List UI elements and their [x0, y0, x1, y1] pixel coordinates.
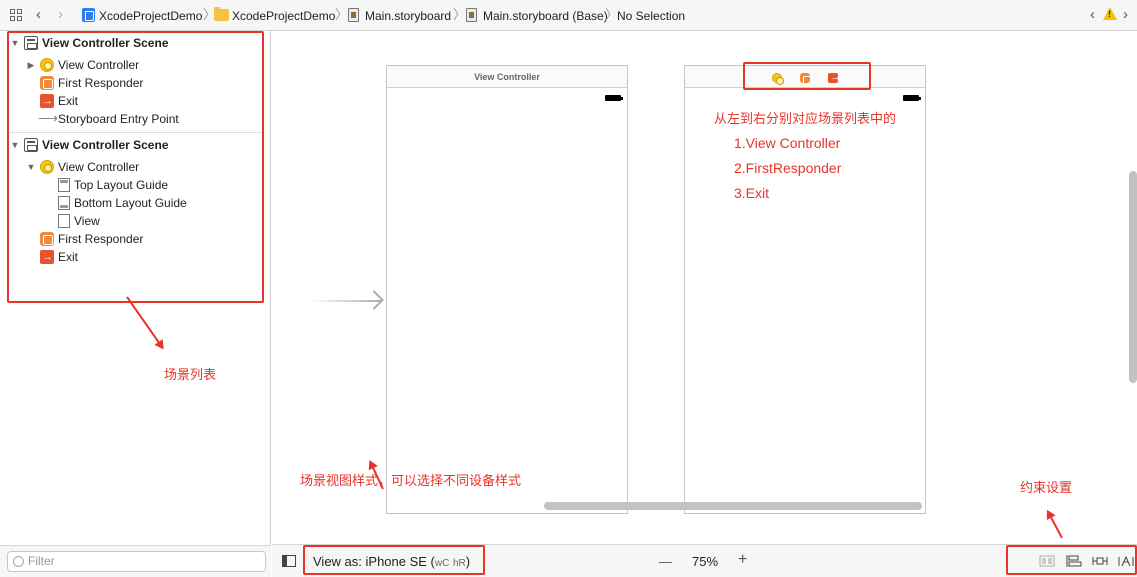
annotation-constraints-note: 约束设置 — [1020, 480, 1073, 495]
annotation-scene-list: 场景列表 — [164, 367, 217, 382]
breadcrumb-group[interactable]: XcodeProjectDemo — [232, 8, 335, 24]
vertical-scrollbar[interactable] — [1129, 171, 1137, 383]
breadcrumb-project[interactable]: XcodeProjectDemo — [99, 8, 202, 24]
zoom-level[interactable]: 75% — [692, 554, 718, 570]
forward-icon[interactable]: › — [58, 7, 63, 23]
back-icon[interactable]: ‹ — [36, 7, 41, 23]
outline-filter-bar: Filter — [0, 545, 271, 577]
annotation-view-as-box — [303, 545, 485, 575]
annotation-dock-box — [743, 62, 871, 90]
previous-issue-icon[interactable]: ‹ — [1090, 7, 1095, 23]
storyboard-canvas[interactable]: View Controller — [272, 31, 1137, 544]
project-icon — [82, 8, 95, 22]
annotation-dock-item-1: 1.View Controller — [734, 135, 841, 151]
storyboard-file-icon — [466, 8, 477, 22]
breadcrumb-file[interactable]: Main.storyboard — [365, 8, 451, 24]
annotation-view-as-note: 场景视图样式，可以选择不同设备样式 — [300, 473, 522, 488]
breadcrumb-selection[interactable]: No Selection — [617, 8, 685, 24]
toggle-outline-icon[interactable] — [282, 555, 296, 567]
jump-bar: ‹ › XcodeProjectDemo 〉 XcodeProjectDemo … — [0, 0, 1137, 31]
related-items-icon[interactable] — [10, 9, 23, 22]
scene-frame-2[interactable] — [684, 65, 926, 514]
folder-icon — [214, 7, 229, 21]
filter-placeholder: Filter — [28, 554, 55, 568]
filter-icon — [13, 556, 24, 567]
storyboard-file-icon — [348, 8, 359, 22]
breadcrumb-localized-file[interactable]: Main.storyboard (Base) — [483, 8, 608, 24]
battery-icon — [903, 95, 921, 101]
scene-bar[interactable]: View Controller — [387, 66, 627, 88]
horizontal-scrollbar[interactable] — [544, 502, 922, 510]
zoom-in-button[interactable]: + — [738, 552, 747, 568]
annotation-outline-box — [7, 31, 264, 303]
breadcrumb-separator: 〉 — [453, 7, 467, 22]
annotation-constraints-box — [1006, 545, 1137, 575]
annotation-dock-item-3: 3.Exit — [734, 185, 770, 201]
next-issue-icon[interactable]: › — [1123, 7, 1128, 23]
warning-icon[interactable] — [1103, 7, 1117, 20]
annotation-dock-item-2: 2.FirstResponder — [734, 160, 842, 176]
storyboard-entry-arrow[interactable] — [312, 291, 382, 311]
breadcrumb-separator: 〉 — [335, 7, 349, 22]
zoom-out-button[interactable]: — — [659, 554, 672, 570]
battery-icon — [605, 95, 623, 101]
filter-input[interactable]: Filter — [7, 551, 266, 572]
scene-frame-1[interactable]: View Controller — [386, 65, 628, 514]
annotation-dock-title: 从左到右分别对应场景列表中的 — [714, 111, 897, 126]
